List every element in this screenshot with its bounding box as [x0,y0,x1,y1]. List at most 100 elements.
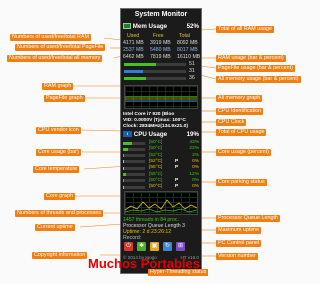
cpu-usage-label: CPU Usage [133,131,168,138]
core-temperature: [52°C] [149,158,163,164]
core-temperature: [52°C] [149,152,163,158]
core-usage-bar [123,179,145,183]
callout-maximum-uptime: Maximum uptime [216,227,262,234]
core-usage-percent: 12% [189,171,199,177]
callout-pagefile-numbers: Numbers of used/free/total PageFile [15,44,106,51]
pagefile-numbers-row: 2537 MB 5480 MB 8017 MB [123,47,199,53]
core-usage-fill [123,141,133,145]
core-row: [52°C] P 0% [123,159,199,165]
power-icon[interactable]: ⏻ [124,242,133,251]
mem-usage-label: Mem Usage [132,23,168,30]
lock-icon[interactable]: ▣ [150,242,159,251]
callout-ram-usage: RAM usage (bar & percent) [216,55,286,62]
callout-core-usage-bar: Core usage (bar) [36,149,81,156]
callout-version-number: Version number [216,253,258,260]
callout-core-percent: Core usage (percent) [216,149,271,156]
core-usage-percent: 2% [192,152,199,158]
all-free: 7819 MB [150,54,171,60]
mem-usage-header: Mem Usage 52% [123,23,199,31]
pf-free: 5480 MB [150,47,171,53]
col-free: Free [153,33,164,39]
core-row: [55°C] P 0% [123,165,199,171]
pagefile-usage-fill [124,70,144,73]
callout-cpu-clock: CPU Clock [216,119,247,126]
callout-ram-graph: RAM graph [42,83,74,90]
callout-hyper-threading: Hyper-Threading status [148,269,209,276]
core-parking-status: P [175,177,179,183]
core-usage-bar [123,185,145,189]
core-usage-percent: 0% [192,158,199,164]
core-row: [52°C] 2% [123,153,199,159]
core-temperature: [55°C] [149,171,163,177]
core-row: [50°C] 23% [123,146,199,152]
core-temperature: [50°C] [149,146,163,152]
core-row: [50°C] P 0% [123,178,199,184]
core-usage-percent: 0% [192,184,199,190]
ram-numbers-row: 4171 MB 3919 MB 8092 MB [123,40,199,46]
core-graph [124,191,198,215]
mem-usage-percent: 52% [186,23,199,30]
core-temperature: [55°C] [149,165,163,171]
memory-chip-icon [123,23,131,30]
system-monitor-gadget: System Monitor Mem Usage 52% Used Free T… [120,8,202,274]
core-parking-status: P [175,165,179,171]
ram-used: 4171 MB [123,40,144,46]
cpu-usage-header: i CPU Usage 19% [123,131,199,139]
callout-core-parking: Core parking status [216,179,267,186]
all-memory-usage-percent: 36 [189,75,195,81]
all-memory-usage-bar [124,77,186,80]
all-used: 6462 MB [123,54,144,60]
core-usage-fill [123,147,129,151]
core-usage-bar [123,166,145,170]
callout-pc-control-panel: PC Control panel [216,240,262,247]
core-usage-fill [123,173,126,176]
pf-total: 8017 MB [177,47,198,53]
callout-total-cpu: Total of CPU usage [216,129,267,136]
grid-icon[interactable]: ⊞ [176,242,185,251]
ram-free: 3919 MB [150,40,171,46]
core-usage-bar [123,173,145,176]
callout-cpu-vendor-icon: CPU vendor icon [36,127,81,134]
callout-cpu-identification: CPU Identification [216,108,264,115]
pagefile-usage-percent: 31 [189,68,195,74]
core-parking-status: P [175,158,179,164]
core-usage-percent: 43% [189,140,199,145]
restart-icon[interactable]: ↻ [163,242,172,251]
memory-graph [124,85,198,109]
core-usage-percent: 23% [189,146,199,152]
mem-column-headers: Used Free Total [123,33,199,39]
ram-usage-fill [124,63,156,66]
core-temperature: [50°C] [149,140,163,145]
callout-core-temperature: Core temperature [33,166,80,173]
maximum-uptime: Record: [123,235,142,241]
cpu-usage-percent: 19% [186,131,199,138]
ram-total: 8092 MB [177,40,198,46]
callout-threads: Numbers of threads and processes [15,210,103,217]
core-temperature: [50°C] [149,177,163,183]
callout-core-graph: Core graph [44,193,75,200]
callout-copyright: Copyright information [32,252,88,259]
callout-ram-numbers: Numbers of used/free/total RAM [10,34,91,41]
cpu-vendor-icon: i [123,131,132,138]
col-used: Used [127,33,140,39]
col-total: Total [179,33,190,39]
settings-icon[interactable]: ✱ [137,242,146,251]
callout-all-memory-numbers: Numbers of used/free/total all memory [7,55,103,62]
core-usage-bar [123,141,145,145]
pf-used: 2537 MB [123,47,144,53]
core-parking-status: P [175,184,179,190]
callout-pagefile-usage: PageFile usage (bar & percent) [216,65,295,72]
core-usage-bar [123,147,145,151]
ram-usage-bar [124,63,186,66]
core-usage-percent: 0% [192,165,199,171]
core-row: [55°C] 12% [123,172,199,178]
all-memory-usage-fill [124,77,147,80]
callout-queue-length: Processor Queue Length [216,215,280,222]
core-temperature: [50°C] [149,184,163,190]
ram-usage-percent: 51 [189,61,195,67]
core-usage-percent: 0% [192,177,199,183]
all-total: 16110 MB [177,54,201,60]
pagefile-usage-bar [124,70,186,73]
core-row: [50°C] P 0% [123,184,199,190]
core-usage-bar [123,154,145,158]
